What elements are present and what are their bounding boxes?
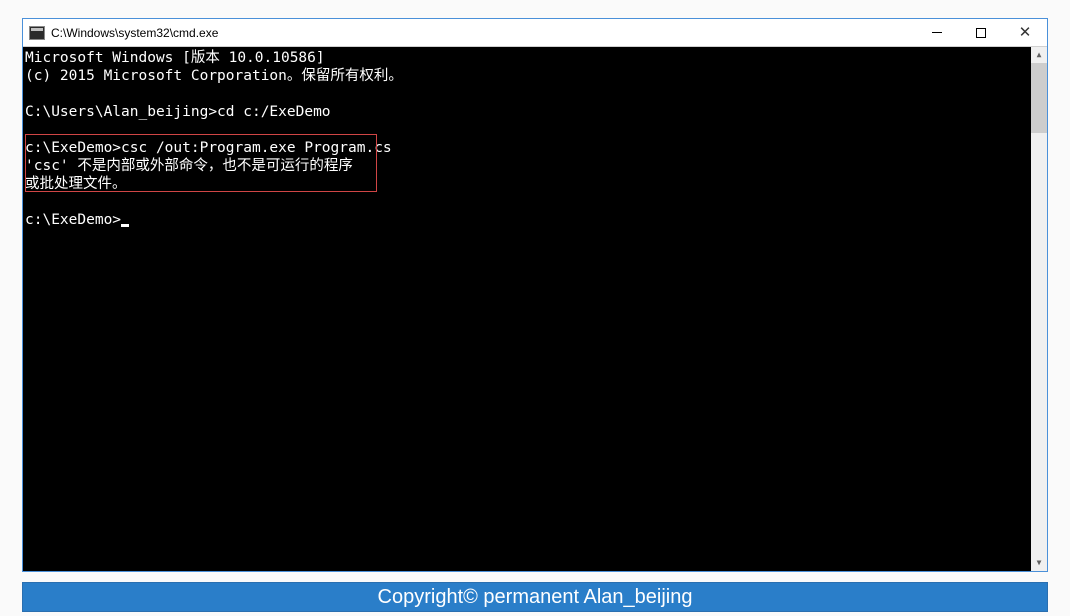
cursor bbox=[121, 224, 129, 227]
console-line bbox=[25, 85, 1047, 103]
footer-text: Copyright© permanent Alan_beijing bbox=[378, 586, 693, 609]
window-controls: ✕ bbox=[915, 19, 1047, 46]
console-line bbox=[25, 121, 1047, 139]
console-line: 或批处理文件。 bbox=[25, 175, 1047, 193]
maximize-icon bbox=[976, 28, 986, 38]
scroll-track[interactable] bbox=[1031, 63, 1047, 555]
minimize-icon bbox=[932, 32, 942, 33]
cmd-icon bbox=[29, 26, 45, 40]
close-icon: ✕ bbox=[1019, 25, 1032, 40]
console-line: C:\Users\Alan_beijing>cd c:/ExeDemo bbox=[25, 103, 1047, 121]
console-line: 'csc' 不是内部或外部命令，也不是可运行的程序 bbox=[25, 157, 1047, 175]
cmd-window: C:\Windows\system32\cmd.exe ✕ Microsoft … bbox=[22, 18, 1048, 572]
titlebar[interactable]: C:\Windows\system32\cmd.exe ✕ bbox=[23, 19, 1047, 47]
scroll-up-button[interactable]: ▲ bbox=[1031, 47, 1047, 63]
vertical-scrollbar[interactable]: ▲ ▼ bbox=[1031, 47, 1047, 571]
console-content: Microsoft Windows [版本 10.0.10586](c) 201… bbox=[25, 49, 1047, 571]
close-button[interactable]: ✕ bbox=[1003, 19, 1047, 46]
console-line: c:\ExeDemo> bbox=[25, 211, 1047, 229]
console-line: (c) 2015 Microsoft Corporation。保留所有权利。 bbox=[25, 67, 1047, 85]
footer-bar: Copyright© permanent Alan_beijing bbox=[22, 582, 1048, 612]
scroll-down-button[interactable]: ▼ bbox=[1031, 555, 1047, 571]
scroll-thumb[interactable] bbox=[1031, 63, 1047, 133]
window-title: C:\Windows\system32\cmd.exe bbox=[51, 26, 915, 40]
minimize-button[interactable] bbox=[915, 19, 959, 46]
console-line: Microsoft Windows [版本 10.0.10586] bbox=[25, 49, 1047, 67]
console-area[interactable]: Microsoft Windows [版本 10.0.10586](c) 201… bbox=[23, 47, 1047, 571]
console-line bbox=[25, 193, 1047, 211]
maximize-button[interactable] bbox=[959, 19, 1003, 46]
console-line: c:\ExeDemo>csc /out:Program.exe Program.… bbox=[25, 139, 1047, 157]
outer-container: C:\Windows\system32\cmd.exe ✕ Microsoft … bbox=[0, 0, 1070, 616]
